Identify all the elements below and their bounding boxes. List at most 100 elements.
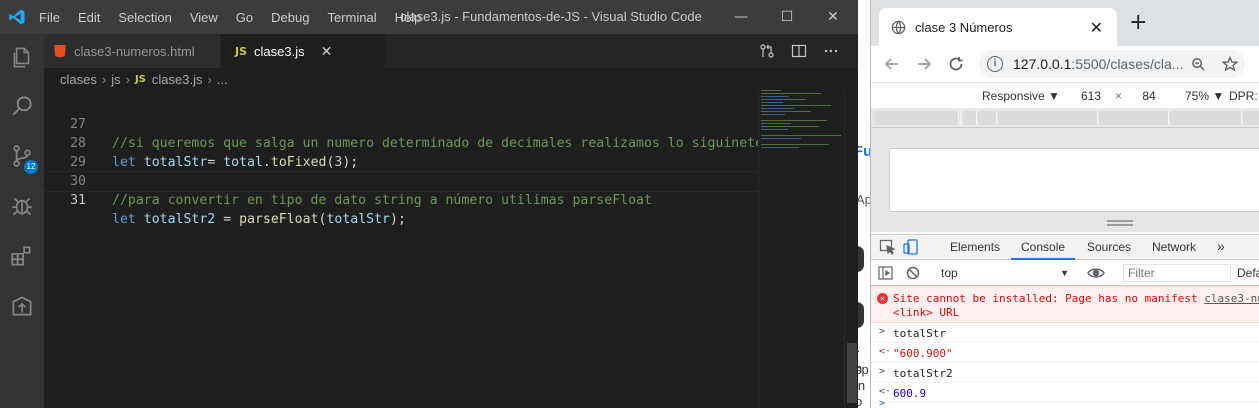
more-actions-icon[interactable] (816, 34, 846, 68)
console-input-entry: > totalStr (871, 323, 1259, 343)
chevron-right-icon: › (101, 71, 107, 87)
background-text: sp (858, 362, 869, 377)
maximize-button[interactable]: ☐ (764, 0, 810, 34)
background-text: Fu (858, 143, 870, 160)
device-toggle-icon[interactable] (903, 239, 921, 255)
context-select[interactable]: top ▼ (933, 263, 1073, 283)
console-prompt[interactable]: > (879, 398, 885, 408)
breadcrumb-folder-js[interactable]: js (111, 72, 120, 87)
error-source-link[interactable]: clase3-nu (1204, 292, 1259, 305)
new-tab-button[interactable]: + (1129, 12, 1147, 34)
breadcrumb-more[interactable]: ... (217, 72, 228, 87)
menu-go[interactable]: Go (227, 10, 262, 25)
minimap[interactable] (758, 90, 844, 408)
browser-tab-title: clase 3 Números (915, 19, 1013, 35)
address-bar[interactable]: i 127.0.0.1:5500/clases/cla... (979, 50, 1245, 78)
url-host: 127.0.0.1 (1013, 56, 1072, 72)
html5-icon (54, 44, 66, 58)
scrollbar-thumb[interactable] (847, 343, 857, 403)
open-changes-icon[interactable] (752, 34, 782, 68)
tab-sources[interactable]: Sources (1087, 240, 1131, 254)
background-avatar (858, 246, 864, 272)
console-toolbar: top ▼ Defa (871, 260, 1259, 286)
site-info-icon[interactable]: i (987, 56, 1003, 72)
code-line-30: 30 //para convertir en tipo de dato stri… (44, 153, 758, 208)
chevron-right-icon: > (879, 366, 886, 377)
breadcrumb-folder-clases[interactable]: clases (60, 72, 97, 87)
back-icon[interactable] (879, 52, 905, 76)
default-levels-select[interactable]: Defa (1237, 266, 1259, 280)
sidebar-toggle-icon[interactable] (877, 265, 895, 281)
viewport-height-input[interactable] (1129, 86, 1169, 106)
close-button[interactable]: ✕ (810, 0, 856, 34)
live-expression-eye-icon[interactable] (1087, 265, 1105, 281)
debug-icon[interactable] (0, 184, 44, 228)
url-path: :5500/clases/cla... (1071, 56, 1184, 72)
menu-view[interactable]: View (181, 10, 227, 25)
remote-explorer-icon[interactable] (0, 284, 44, 328)
device-mode-select[interactable]: Responsive ▼ (982, 89, 1060, 103)
more-tabs-icon[interactable]: » (1217, 238, 1225, 254)
explorer-icon[interactable] (0, 36, 44, 80)
resize-handle[interactable] (1107, 220, 1133, 226)
code-editor[interactable]: 27 //si queremos que salga un numero det… (44, 90, 763, 408)
breadcrumb-file[interactable]: clase3.js (152, 72, 203, 87)
console-input-text[interactable]: totalStr2 (893, 367, 953, 380)
activity-bar: 12 (0, 34, 44, 408)
tab-elements[interactable]: Elements (950, 240, 1000, 254)
extensions-icon[interactable] (0, 234, 44, 278)
editor-scrollbar[interactable] (844, 90, 858, 408)
minimize-button[interactable]: — (718, 0, 764, 34)
chevron-right-icon: › (125, 71, 130, 87)
chrome-window: clase 3 Números ✕ + i 127.0.0.1:5500/cla… (870, 0, 1259, 408)
chevron-right-icon: > (879, 326, 886, 337)
code-line-29: 29 (44, 134, 758, 170)
console-result-entry: <· "600.900" (871, 343, 1259, 363)
menu-selection[interactable]: Selection (109, 10, 180, 25)
browser-tab[interactable]: clase 3 Números ✕ (879, 8, 1117, 46)
chevron-right-icon: › (207, 71, 212, 87)
browser-toolbar: i 127.0.0.1:5500/clases/cla... (871, 46, 1259, 82)
tab-clase3-js[interactable]: JS clase3.js ✕ (221, 34, 385, 68)
page-preview[interactable] (889, 148, 1259, 212)
filter-input[interactable] (1123, 264, 1231, 282)
menu-terminal[interactable]: Terminal (318, 10, 385, 25)
tab-close-icon[interactable]: ✕ (1090, 18, 1103, 38)
line-number: 31 (70, 193, 86, 208)
background-avatar (858, 302, 864, 328)
console-input-entry: > totalStr2 (871, 363, 1259, 383)
browser-tab-strip: clase 3 Números ✕ + (871, 0, 1259, 46)
error-text: Site cannot be installed: Page has no ma… (893, 292, 1259, 305)
media-query-bar[interactable] (871, 108, 1259, 128)
code-content: let totalStr2 = parseFloat(totalStr); (112, 212, 406, 227)
tab-label: clase3-numeros.html (74, 43, 195, 59)
menu-edit[interactable]: Edit (69, 10, 109, 25)
zoom-icon[interactable] (1187, 54, 1209, 74)
split-editor-icon[interactable] (784, 34, 814, 68)
device-toolbar: Responsive ▼ × 75% ▼ DPR: (871, 82, 1259, 108)
bookmark-star-icon[interactable] (1219, 54, 1241, 74)
viewport-width-input[interactable] (1069, 86, 1113, 106)
tab-network[interactable]: Network (1152, 240, 1196, 254)
dpr-label[interactable]: DPR: (1229, 89, 1258, 103)
javascript-icon: JS (235, 44, 248, 58)
tab-close-icon[interactable]: ✕ (321, 43, 333, 60)
console-input-text[interactable]: totalStr (893, 327, 946, 340)
source-control-icon[interactable]: 12 (0, 134, 44, 178)
tab-console[interactable]: Console (1021, 240, 1065, 254)
console-result-text: "600.900" (893, 347, 953, 360)
breadcrumb: clases › js › JS clase3.js › ... (44, 68, 858, 90)
zoom-select[interactable]: 75% ▼ (1185, 89, 1224, 103)
error-icon: ✕ (877, 293, 888, 304)
menu-debug[interactable]: Debug (262, 10, 318, 25)
inspect-element-icon[interactable] (879, 239, 897, 255)
tab-clase3-numeros-html[interactable]: clase3-numeros.html (44, 34, 220, 68)
menu-file[interactable]: File (30, 10, 69, 25)
reload-icon[interactable] (943, 52, 969, 76)
source-control-badge: 12 (24, 160, 38, 174)
search-icon[interactable] (0, 84, 44, 128)
vscode-logo-icon (9, 9, 25, 25)
clear-console-icon[interactable] (905, 265, 923, 281)
console-result-entry: <· 600.9 (871, 383, 1259, 403)
forward-icon[interactable] (911, 52, 937, 76)
